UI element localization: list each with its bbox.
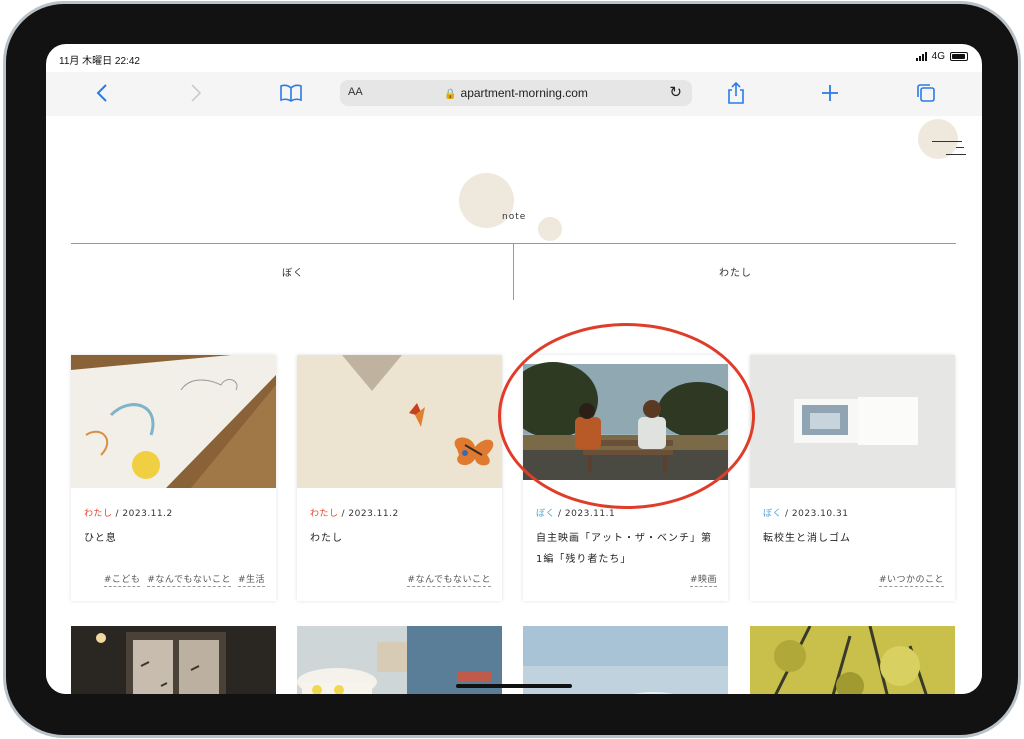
- browser-toolbar: AA 🔒 apartment-morning.com ↻: [46, 72, 982, 116]
- tab-watashi[interactable]: わたし: [719, 264, 752, 279]
- share-icon[interactable]: [722, 80, 750, 106]
- category-tabs: ぼく わたし: [71, 243, 956, 300]
- post-tags: #なんでもないこと: [407, 572, 491, 587]
- post-thumbnail[interactable]: [297, 355, 502, 488]
- hamburger-menu-icon[interactable]: [932, 136, 968, 160]
- tab-boku[interactable]: ぼく: [282, 264, 304, 279]
- post-category[interactable]: ぼく: [536, 509, 555, 519]
- ipad-frame: 11月 木曜日 22:42 4G AA 🔒apartment-morning.: [0, 0, 1024, 739]
- post-tags: #映画: [689, 572, 717, 587]
- post-tag[interactable]: #なんでもないこと: [147, 572, 231, 587]
- post-tags: #いつかのこと: [878, 572, 944, 587]
- back-icon[interactable]: [88, 80, 116, 106]
- tab-divider: [513, 244, 514, 300]
- post-date: / 2023.11.2: [341, 509, 399, 519]
- post-card[interactable]: わたし/ 2023.11.2 ひと息 #こども #なんでもないこと #生活: [71, 355, 276, 601]
- lock-icon: 🔒: [444, 89, 457, 100]
- post-tag[interactable]: #生活: [237, 572, 265, 587]
- post-tag[interactable]: #こども: [103, 572, 141, 587]
- post-tag[interactable]: #映画: [689, 572, 717, 587]
- post-meta: わたし/ 2023.11.2: [310, 506, 399, 519]
- network-label: 4G: [931, 51, 945, 62]
- post-date: / 2023.11.2: [115, 509, 173, 519]
- post-date: / 2023.10.31: [785, 509, 849, 519]
- post-thumbnail[interactable]: [71, 626, 276, 694]
- highlight-circle: [498, 323, 755, 509]
- post-tags: #こども #なんでもないこと #生活: [103, 572, 265, 587]
- post-title[interactable]: わたし: [310, 528, 490, 549]
- status-bar: 11月 木曜日 22:42 4G: [46, 44, 982, 70]
- post-category[interactable]: わたし: [310, 509, 339, 519]
- site-logo[interactable]: note: [502, 212, 526, 222]
- url-display[interactable]: 🔒 apartment-morning.com: [340, 86, 692, 100]
- address-bar[interactable]: AA 🔒 apartment-morning.com ↻: [340, 80, 692, 106]
- post-tag[interactable]: #いつかのこと: [878, 572, 944, 587]
- post-meta: わたし/ 2023.11.2: [84, 506, 173, 519]
- logo-circle-small: [538, 217, 562, 241]
- post-card[interactable]: わたし/ 2023.11.2 わたし #なんでもないこと: [297, 355, 502, 601]
- post-thumbnail[interactable]: [750, 355, 955, 488]
- battery-icon: [950, 52, 968, 61]
- status-indicators: 4G: [915, 51, 968, 62]
- post-title[interactable]: ひと息: [84, 528, 264, 549]
- book-icon[interactable]: [277, 80, 305, 106]
- post-card[interactable]: ぼく/ 2023.10.31 転校生と消しゴム #いつかのこと: [750, 355, 955, 601]
- url-text: apartment-morning.com: [460, 86, 588, 100]
- post-title[interactable]: 転校生と消しゴム: [763, 528, 943, 549]
- reload-icon[interactable]: ↻: [669, 83, 682, 101]
- post-meta: ぼく/ 2023.11.1: [536, 506, 615, 519]
- post-title[interactable]: 自主映画「アット・ザ・ベンチ」第1編「残り者たち」: [536, 528, 716, 570]
- post-meta: ぼく/ 2023.10.31: [763, 506, 848, 519]
- status-time: 11月 木曜日 22:42: [59, 56, 140, 67]
- post-thumbnail[interactable]: [71, 355, 276, 488]
- post-category[interactable]: ぼく: [763, 509, 782, 519]
- tabs-icon[interactable]: [912, 80, 940, 106]
- plus-icon[interactable]: [816, 80, 844, 106]
- signal-icon: [915, 52, 927, 61]
- home-indicator[interactable]: [456, 684, 572, 688]
- forward-icon[interactable]: [182, 80, 210, 106]
- post-tag[interactable]: #なんでもないこと: [407, 572, 491, 587]
- post-category[interactable]: わたし: [84, 509, 113, 519]
- post-date: / 2023.11.1: [558, 509, 616, 519]
- post-thumbnail[interactable]: [750, 626, 955, 694]
